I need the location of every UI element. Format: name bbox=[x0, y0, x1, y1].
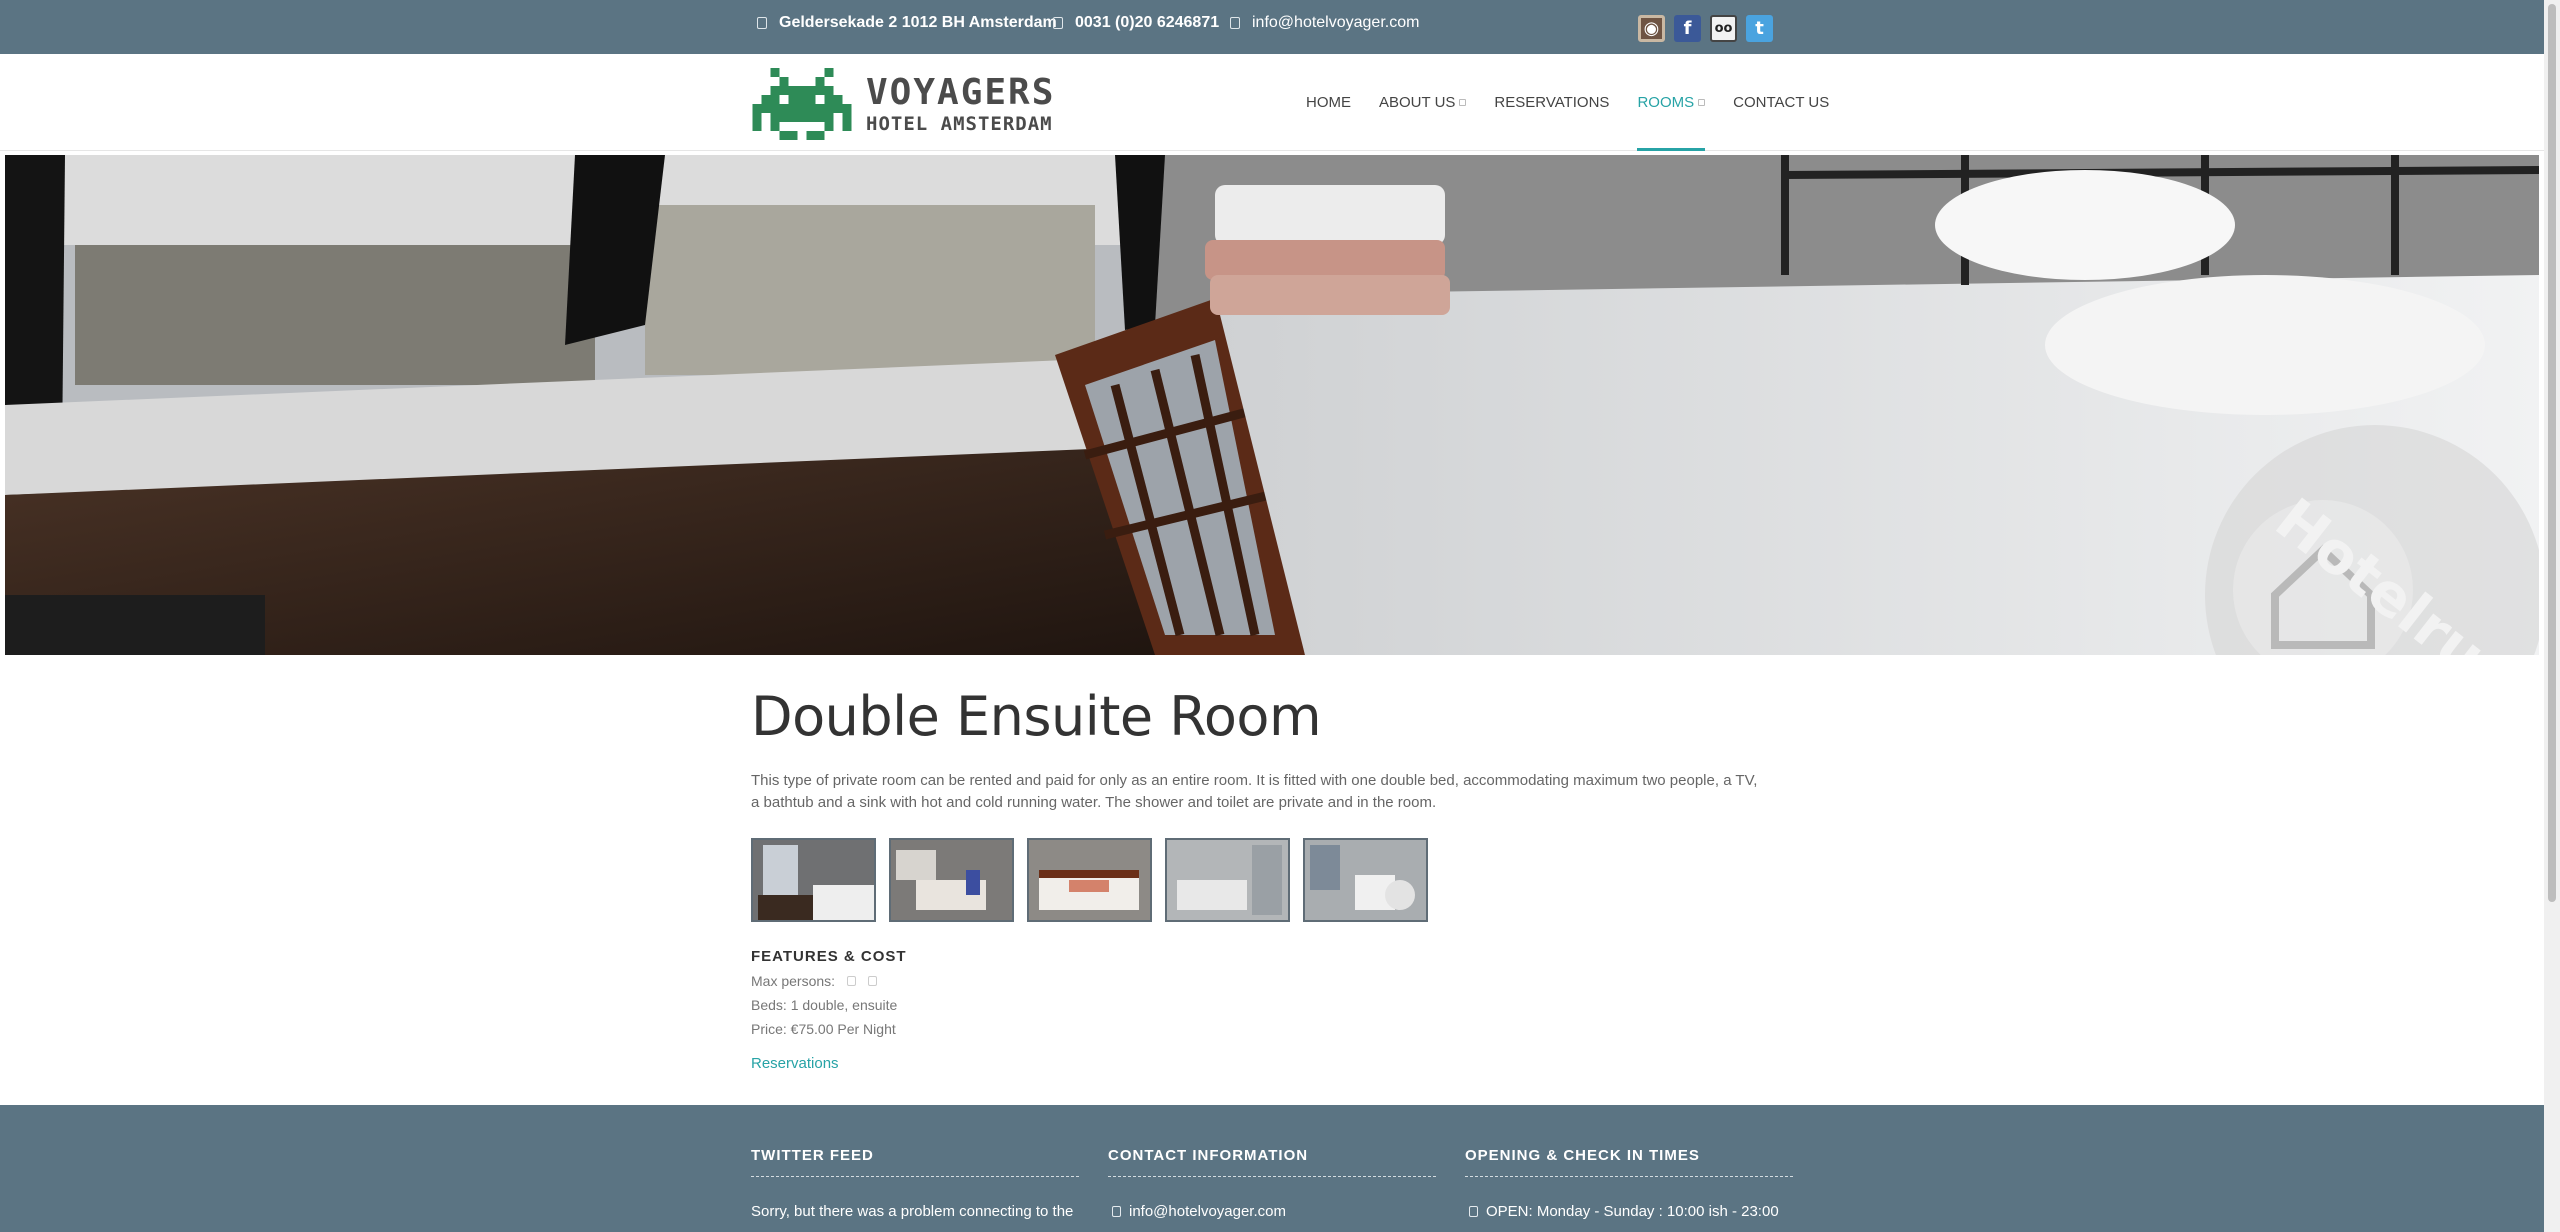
beds-info: Beds: 1 double, ensuite bbox=[751, 997, 898, 1013]
max-persons: Max persons: bbox=[751, 973, 1791, 989]
chevron-down-icon bbox=[1698, 99, 1706, 106]
gallery-thumb[interactable] bbox=[1027, 838, 1152, 922]
phone-text: 0031 (0)20 6246871 bbox=[1075, 14, 1220, 31]
hero-illustration bbox=[5, 155, 2539, 655]
logo-line1: VOYAGERS bbox=[866, 71, 1056, 113]
nav-item-reservations[interactable]: RESERVATIONS bbox=[1480, 54, 1623, 151]
phone-icon bbox=[1053, 17, 1063, 29]
gallery-thumb[interactable] bbox=[1165, 838, 1290, 922]
map-marker-icon bbox=[757, 17, 767, 29]
site-header: VOYAGERS HOTEL AMSTERDAM HOME ABOUT US R… bbox=[0, 54, 2544, 151]
person-icon bbox=[868, 976, 878, 986]
gallery-thumb[interactable] bbox=[1303, 838, 1428, 922]
footer-contact: CONTACT INFORMATION info@hotelvoyager.co… bbox=[1108, 1147, 1436, 1220]
scrollbar-thumb[interactable] bbox=[2548, 4, 2556, 902]
max-persons-label: Max persons: bbox=[751, 973, 836, 989]
logo-text: VOYAGERS HOTEL AMSTERDAM bbox=[866, 71, 1056, 135]
logo-line2: HOTEL AMSTERDAM bbox=[866, 112, 1053, 135]
address-text: Geldersekade 2 1012 BH Amsterdam bbox=[779, 14, 1057, 31]
price-info: Price: €75.00 Per Night bbox=[751, 1021, 896, 1037]
main-nav: HOME ABOUT US RESERVATIONS ROOMS CONTACT… bbox=[1292, 54, 1843, 151]
footer-email-text[interactable]: info@hotelvoyager.com bbox=[1129, 1203, 1286, 1220]
footer-hours: OPENING & CHECK IN TIMES OPEN: Monday - … bbox=[1465, 1147, 1793, 1220]
reservations-link[interactable]: Reservations bbox=[751, 1055, 839, 1072]
page-title: Double Ensuite Room bbox=[751, 685, 1322, 748]
instagram-icon[interactable]: ◉ bbox=[1638, 15, 1665, 42]
page-scrollbar[interactable] bbox=[2544, 0, 2560, 1232]
features-heading: FEATURES & COST bbox=[751, 948, 907, 965]
opening-hours: OPEN: Monday - Sunday : 10:00 ish - 23:0… bbox=[1465, 1203, 1793, 1220]
gallery-thumb[interactable] bbox=[889, 838, 1014, 922]
tripadvisor-icon[interactable]: oo bbox=[1710, 15, 1737, 42]
footer-twitter: TWITTER FEED Sorry, but there was a prob… bbox=[751, 1147, 1079, 1220]
facebook-icon[interactable]: f bbox=[1674, 15, 1701, 42]
twitter-message: Sorry, but there was a problem connectin… bbox=[751, 1203, 1074, 1220]
chevron-down-icon bbox=[1459, 99, 1467, 106]
nav-item-home[interactable]: HOME bbox=[1292, 54, 1365, 151]
contact-heading: CONTACT INFORMATION bbox=[1108, 1147, 1436, 1177]
top-info-bar: Geldersekade 2 1012 BH Amsterdam 0031 (0… bbox=[0, 0, 2544, 54]
room-description: This type of private room can be rented … bbox=[751, 772, 1758, 811]
room-gallery bbox=[751, 838, 1791, 922]
site-logo[interactable]: VOYAGERS HOTEL AMSTERDAM bbox=[752, 68, 1055, 140]
hours-heading: OPENING & CHECK IN TIMES bbox=[1465, 1147, 1793, 1177]
clock-icon bbox=[1469, 1206, 1478, 1217]
envelope-icon bbox=[1112, 1206, 1121, 1217]
envelope-icon bbox=[1230, 17, 1240, 29]
email-link[interactable]: info@hotelvoyager.com bbox=[1252, 14, 1419, 32]
footer-email[interactable]: info@hotelvoyager.com bbox=[1108, 1203, 1436, 1220]
space-invader-icon bbox=[752, 68, 852, 140]
person-icon bbox=[847, 976, 857, 986]
hero-room-photo: Hotelrun bbox=[5, 155, 2539, 655]
email-info[interactable]: info@hotelvoyager.com bbox=[1230, 0, 1419, 46]
twitter-icon[interactable]: t bbox=[1746, 15, 1773, 42]
gallery-thumb[interactable] bbox=[751, 838, 876, 922]
address-info: Geldersekade 2 1012 BH Amsterdam bbox=[757, 0, 1057, 46]
social-links: ◉ f oo t bbox=[1638, 15, 1773, 42]
phone-info: 0031 (0)20 6246871 bbox=[1053, 0, 1219, 46]
nav-item-rooms[interactable]: ROOMS bbox=[1623, 54, 1719, 151]
opening-hours-text: OPEN: Monday - Sunday : 10:00 ish - 23:0… bbox=[1486, 1203, 1779, 1220]
twitter-heading: TWITTER FEED bbox=[751, 1147, 1079, 1177]
site-footer: TWITTER FEED Sorry, but there was a prob… bbox=[0, 1105, 2544, 1232]
nav-item-contact-us[interactable]: CONTACT US bbox=[1719, 54, 1843, 151]
nav-item-about-us[interactable]: ABOUT US bbox=[1365, 54, 1480, 151]
room-content: Double Ensuite Room This type of private… bbox=[751, 685, 1791, 1073]
